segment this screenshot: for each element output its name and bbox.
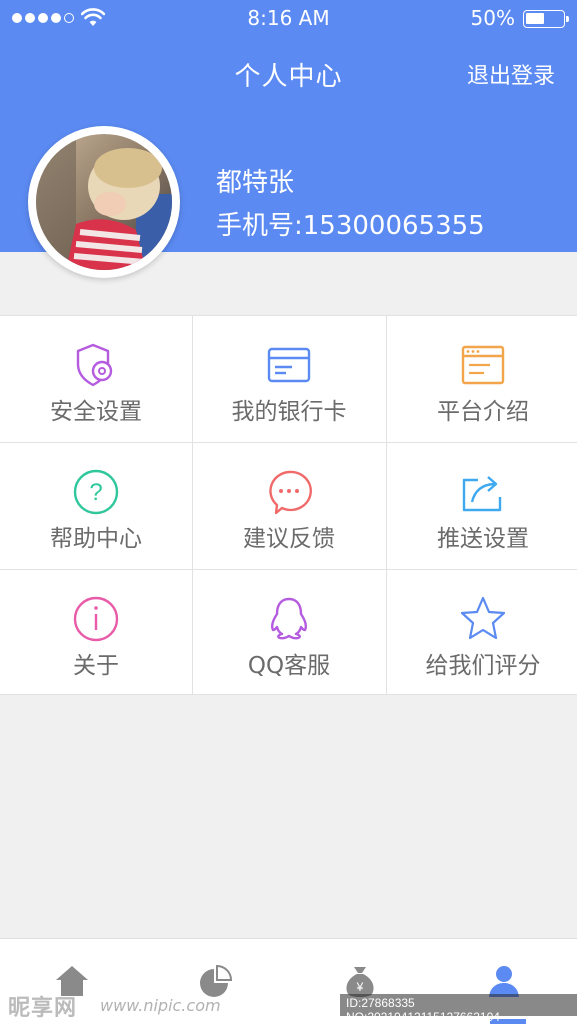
menu-label: QQ客服: [247, 653, 331, 679]
info-circle-icon: [73, 596, 119, 642]
status-bar: 8:16 AM 50%: [0, 0, 577, 36]
star-icon: [460, 596, 506, 640]
share-arrow-icon: [462, 476, 502, 512]
question-circle-icon: ?: [73, 469, 119, 515]
menu-label: 关于: [73, 653, 119, 679]
qq-penguin-icon: [271, 597, 307, 640]
menu-label: 平台介绍: [437, 399, 529, 425]
watermark-url: www.nipic.com: [100, 996, 221, 1015]
logout-button[interactable]: 退出登录: [467, 58, 555, 90]
svg-text:¥: ¥: [356, 980, 364, 994]
menu-push-settings[interactable]: 推送设置: [387, 443, 577, 569]
username: 都特张: [216, 168, 295, 198]
battery-icon: [523, 10, 569, 28]
menu-label: 给我们评分: [425, 653, 541, 679]
menu-label: 安全设置: [50, 399, 142, 425]
menu-security-settings[interactable]: 安全设置: [0, 316, 192, 442]
menu-label: 帮助中心: [50, 526, 142, 552]
menu-platform-intro[interactable]: 平台介绍: [387, 316, 577, 442]
menu-feedback[interactable]: 建议反馈: [193, 443, 385, 569]
menu-qq-service[interactable]: QQ客服: [193, 570, 385, 696]
menu-rate-us[interactable]: 给我们评分: [387, 570, 577, 696]
menu-label: 建议反馈: [243, 526, 335, 552]
avatar[interactable]: [28, 126, 180, 278]
pie-chart-icon: [200, 964, 233, 997]
menu-help-center[interactable]: ? 帮助中心: [0, 443, 192, 569]
browser-window-icon: [461, 345, 505, 385]
phone-number: 手机号:15300065355: [216, 211, 485, 241]
menu-label: 我的银行卡: [231, 399, 347, 425]
bank-card-icon: [267, 347, 311, 383]
shield-gear-icon: [76, 343, 113, 387]
watermark-brand: 昵享网: [8, 995, 78, 1021]
battery-percent: 50%: [470, 6, 515, 30]
menu-my-bank-card[interactable]: 我的银行卡: [193, 316, 385, 442]
svg-text:?: ?: [89, 479, 102, 506]
menu-about[interactable]: 关于: [0, 570, 192, 696]
menu-label: 推送设置: [437, 526, 529, 552]
watermark-id: ID:27868335 NO:20210412115127662104: [340, 994, 577, 1024]
chat-bubble-icon: [269, 470, 312, 515]
menu-grid: 安全设置 我的银行卡 平台介绍 ? 帮助中心 建议反馈 推送设置 关于 QQ客服…: [0, 315, 577, 695]
